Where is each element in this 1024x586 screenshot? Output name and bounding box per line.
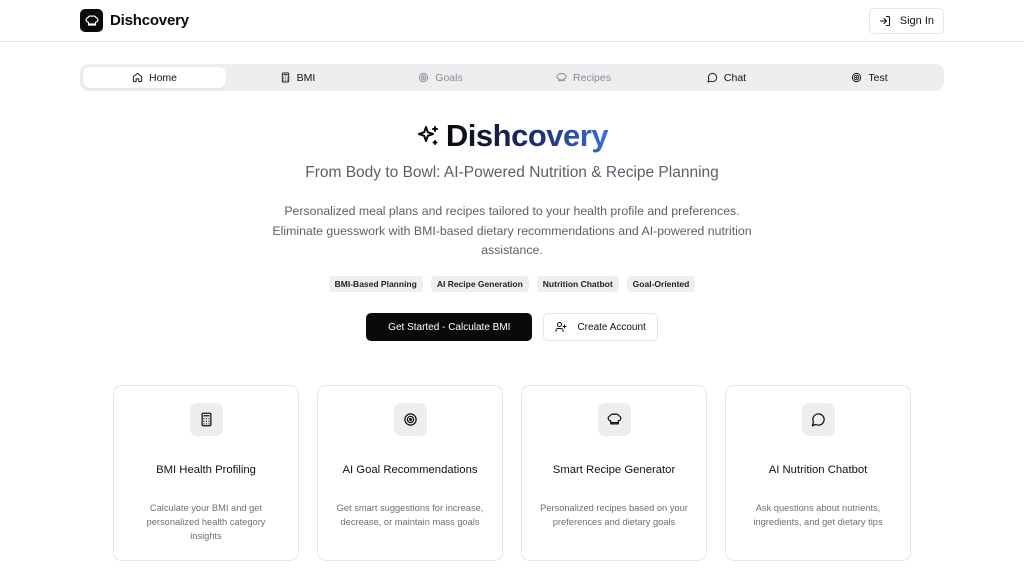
badge: Goal-Oriented: [626, 276, 696, 292]
calculator-icon: [280, 72, 291, 83]
feature-card-recipes: Smart Recipe Generator Personalized reci…: [521, 385, 707, 561]
feature-badges: BMI-Based Planning AI Recipe Generation …: [0, 276, 1024, 292]
main-nav-tabs: Home BMI Goals Recipes Chat Test: [80, 64, 944, 91]
tab-label: BMI: [296, 71, 316, 84]
tab-label: Chat: [723, 71, 747, 84]
target-icon: [851, 72, 862, 83]
chef-hat-icon: [556, 72, 567, 83]
get-started-button[interactable]: Get Started - Calculate BMI: [366, 313, 533, 341]
hero-title: Dishcovery: [445, 118, 609, 153]
tab-label: Recipes: [573, 71, 611, 84]
hero-heading: Dishcovery: [0, 118, 1024, 154]
log-in-icon: [879, 15, 891, 27]
sign-in-label: Sign In: [899, 14, 934, 27]
card-title: BMI Health Profiling: [156, 464, 256, 476]
brand[interactable]: Dishcovery: [80, 9, 189, 32]
target-icon: [393, 403, 427, 436]
tab-label: Home: [148, 71, 177, 84]
chef-hat-icon: [597, 403, 631, 436]
feature-card-bmi: BMI Health Profiling Calculate your BMI …: [113, 385, 299, 561]
target-icon: [418, 72, 429, 83]
card-description: Calculate your BMI and get personalized …: [146, 503, 266, 541]
tab-label: Test: [868, 71, 888, 84]
tab-goals[interactable]: Goals: [369, 67, 512, 88]
tab-test[interactable]: Test: [798, 67, 941, 88]
chat-bubble-icon: [801, 403, 835, 436]
tab-home[interactable]: Home: [83, 67, 226, 88]
calculator-icon: [189, 403, 223, 436]
feature-cards: BMI Health Profiling Calculate your BMI …: [113, 385, 911, 561]
feature-card-goals: AI Goal Recommendations Get smart sugges…: [317, 385, 503, 561]
sparkles-icon: [416, 124, 440, 148]
card-title: AI Nutrition Chatbot: [768, 464, 868, 476]
badge: BMI-Based Planning: [328, 276, 423, 292]
card-description: Personalized recipes based on your prefe…: [540, 503, 688, 527]
tab-label: Goals: [435, 71, 463, 84]
card-description: Get smart suggestions for increase, decr…: [336, 503, 484, 527]
tab-bmi[interactable]: BMI: [226, 67, 369, 88]
cta-group: Get Started - Calculate BMI Create Accou…: [0, 313, 1024, 341]
hero-description: Personalized meal plans and recipes tail…: [272, 204, 752, 257]
card-description: Ask questions about nutrients, ingredien…: [753, 503, 883, 527]
user-plus-icon: [555, 321, 567, 333]
create-account-button[interactable]: Create Account: [543, 313, 658, 341]
brand-name: Dishcovery: [110, 12, 189, 29]
hero-subtitle: From Body to Bowl: AI-Powered Nutrition …: [305, 164, 719, 181]
home-icon: [132, 72, 143, 83]
chat-bubble-icon: [707, 72, 718, 83]
badge: AI Recipe Generation: [430, 276, 529, 292]
feature-card-chatbot: AI Nutrition Chatbot Ask questions about…: [725, 385, 911, 561]
create-account-label: Create Account: [577, 321, 646, 333]
sign-in-button[interactable]: Sign In: [868, 7, 944, 34]
top-header: Dishcovery Sign In: [0, 0, 1024, 42]
tab-chat[interactable]: Chat: [655, 67, 798, 88]
card-title: AI Goal Recommendations: [342, 464, 478, 476]
card-title: Smart Recipe Generator: [552, 464, 676, 476]
badge: Nutrition Chatbot: [536, 276, 619, 292]
tab-recipes[interactable]: Recipes: [512, 67, 655, 88]
chef-hat-logo-icon: [80, 9, 103, 32]
